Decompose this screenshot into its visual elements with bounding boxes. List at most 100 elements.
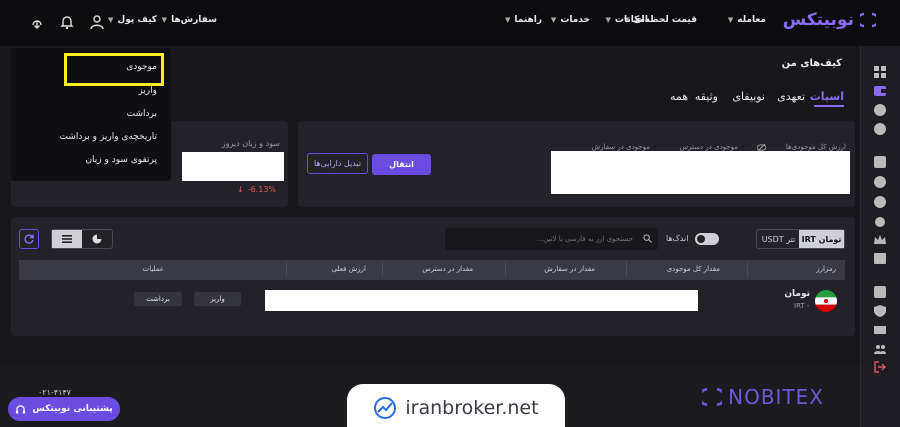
column-separator bbox=[286, 261, 287, 277]
headset-icon bbox=[16, 404, 26, 414]
nav-wallet[interactable]: کیف پول ▼ bbox=[108, 15, 157, 25]
redacted-balance bbox=[551, 151, 850, 194]
active-tab-indicator bbox=[814, 105, 844, 107]
chevron-down-icon: ▼ bbox=[108, 16, 114, 24]
nav-guide-label: راهنما bbox=[514, 15, 542, 25]
column-separator bbox=[747, 261, 748, 277]
column-separator bbox=[626, 261, 627, 277]
pnl-change: ↓ -6.13% bbox=[237, 185, 276, 194]
column-separator bbox=[382, 261, 383, 277]
search-input[interactable] bbox=[453, 232, 633, 246]
asset-code: IRT - bbox=[794, 302, 810, 310]
download-app-icon[interactable] bbox=[29, 14, 45, 30]
iran-flag-icon bbox=[815, 290, 837, 312]
shield-icon[interactable] bbox=[874, 305, 886, 317]
small-balances-label: اندک‌ها bbox=[666, 234, 689, 243]
column-header-total: مقدار کل موجودی bbox=[666, 265, 720, 273]
currency-switch: تومان IRT تتر USDT bbox=[756, 229, 845, 249]
currency-usdt-option[interactable]: تتر USDT bbox=[757, 230, 800, 248]
nav-trade[interactable]: معامله ▼ bbox=[728, 15, 766, 25]
compass-icon[interactable] bbox=[874, 104, 886, 116]
search-icon bbox=[643, 234, 652, 243]
column-separator bbox=[505, 261, 506, 277]
chevron-down-icon: ▼ bbox=[161, 16, 168, 24]
transfer-button[interactable]: انتقال bbox=[372, 154, 431, 175]
page-title: کیف‌های من bbox=[781, 58, 842, 69]
user-icon[interactable] bbox=[89, 14, 105, 30]
highlight-box bbox=[64, 53, 164, 86]
small-balances-toggle[interactable] bbox=[695, 233, 719, 245]
watermark-logo: iranbroker.net bbox=[347, 384, 565, 427]
wallet-icon[interactable] bbox=[874, 85, 886, 97]
nav-orders[interactable]: سفارش‌ها ▼ bbox=[162, 15, 217, 25]
total-value-label: ارزش کل موجودی‌ها bbox=[785, 143, 846, 151]
mail-icon[interactable] bbox=[874, 324, 886, 336]
watermark-text: iranbroker.net bbox=[405, 397, 539, 419]
search-box bbox=[445, 228, 658, 250]
toggle-knob bbox=[697, 235, 705, 243]
pnl-label: سود و زیان دیروز bbox=[221, 139, 280, 148]
deposit-button[interactable]: واریز bbox=[194, 292, 241, 306]
earn-icon[interactable] bbox=[874, 196, 886, 208]
dropdown-item-withdraw[interactable]: برداشت bbox=[127, 109, 157, 119]
nobitex-logo-icon bbox=[860, 12, 876, 28]
nav-features-label: امکانات bbox=[614, 15, 648, 25]
tab-collateral[interactable]: وثیقه bbox=[695, 90, 718, 103]
tab-spot[interactable]: اسپات bbox=[810, 90, 844, 103]
dropdown-item-history[interactable]: تاریخچه‌ی واریز و برداشت bbox=[59, 132, 157, 142]
crown-icon[interactable] bbox=[874, 234, 886, 246]
nav-services-label: خدمات bbox=[560, 15, 590, 25]
trend-chart-icon bbox=[374, 397, 397, 419]
arrow-down-icon: ↓ bbox=[237, 185, 244, 194]
support-button[interactable]: پشتیبانی نوبیتکس bbox=[8, 397, 120, 421]
footer-phone: ۰۲۱-۴۱۴۷ bbox=[38, 388, 71, 397]
tab-nobifi[interactable]: نوبیفای bbox=[732, 90, 765, 103]
tab-all[interactable]: همه bbox=[670, 90, 688, 103]
available-label: موجودی در دسترس bbox=[679, 143, 738, 151]
withdraw-button[interactable]: برداشت bbox=[134, 292, 182, 306]
asset-name: تومان bbox=[784, 289, 810, 299]
column-header-actions: عملیات bbox=[142, 265, 164, 273]
nav-services[interactable]: خدمات ▼ bbox=[551, 15, 590, 25]
tab-margin[interactable]: تعهدی bbox=[777, 90, 805, 103]
refresh-button[interactable] bbox=[19, 229, 39, 249]
top-navigation-bar: نوبیتکس معامله ▼ قیمت لحظه‌ای ▼ امکانات ▼ خ… bbox=[0, 0, 900, 46]
chevron-down-icon: ▼ bbox=[505, 16, 511, 24]
pnl-value: -6.13% bbox=[247, 185, 277, 194]
nav-orders-label: سفارش‌ها bbox=[171, 15, 217, 25]
dropdown-item-deposit[interactable]: واریز bbox=[138, 86, 157, 96]
column-header-current-value: ارزش فعلی bbox=[331, 265, 366, 273]
footer-logo: NOBITEX bbox=[702, 385, 824, 409]
chevron-down-icon: ▼ bbox=[550, 16, 557, 24]
profile-icon[interactable] bbox=[874, 286, 886, 298]
column-header-asset: رمزارز bbox=[816, 265, 836, 273]
sidebar-rail bbox=[860, 46, 900, 427]
nav-guide[interactable]: راهنما ▼ bbox=[505, 15, 542, 25]
logout-icon[interactable] bbox=[874, 361, 886, 373]
calendar-icon[interactable] bbox=[874, 252, 886, 264]
nav-features[interactable]: امکانات ▼ bbox=[606, 15, 648, 25]
convert-assets-button[interactable]: تبدیل دارایی‌ها bbox=[307, 153, 368, 174]
list-view-icon[interactable] bbox=[52, 230, 82, 248]
dropdown-item-portfolio[interactable]: پرتفوی سود و زیان bbox=[85, 155, 157, 165]
refresh-icon bbox=[24, 234, 34, 244]
nav-wallet-label: کیف پول bbox=[117, 15, 157, 25]
chart-icon[interactable] bbox=[874, 156, 886, 168]
column-header-in-order: مقدار در سفارش bbox=[544, 265, 595, 273]
pie-view-icon[interactable] bbox=[82, 230, 112, 248]
footer-logo-text: NOBITEX bbox=[728, 385, 824, 409]
brand-name: نوبیتکس bbox=[782, 10, 854, 30]
coin-icon[interactable] bbox=[874, 176, 886, 188]
redacted-pnl bbox=[182, 152, 284, 181]
currency-irt-option[interactable]: تومان IRT bbox=[799, 230, 844, 248]
plus-icon[interactable] bbox=[874, 216, 886, 228]
redacted-row-values bbox=[265, 290, 698, 311]
in-order-label: موجودی در سفارش bbox=[591, 143, 650, 151]
referral-icon[interactable] bbox=[874, 343, 886, 355]
chevron-down-icon: ▼ bbox=[605, 16, 611, 24]
exchange-icon[interactable] bbox=[874, 123, 886, 135]
dashboard-icon[interactable] bbox=[874, 66, 886, 78]
bell-icon[interactable] bbox=[59, 14, 75, 30]
wallet-dropdown-menu: موجودی واریز برداشت تاریخچه‌ی واریز و بر… bbox=[11, 48, 171, 181]
brand-logo[interactable]: نوبیتکس bbox=[783, 10, 876, 30]
